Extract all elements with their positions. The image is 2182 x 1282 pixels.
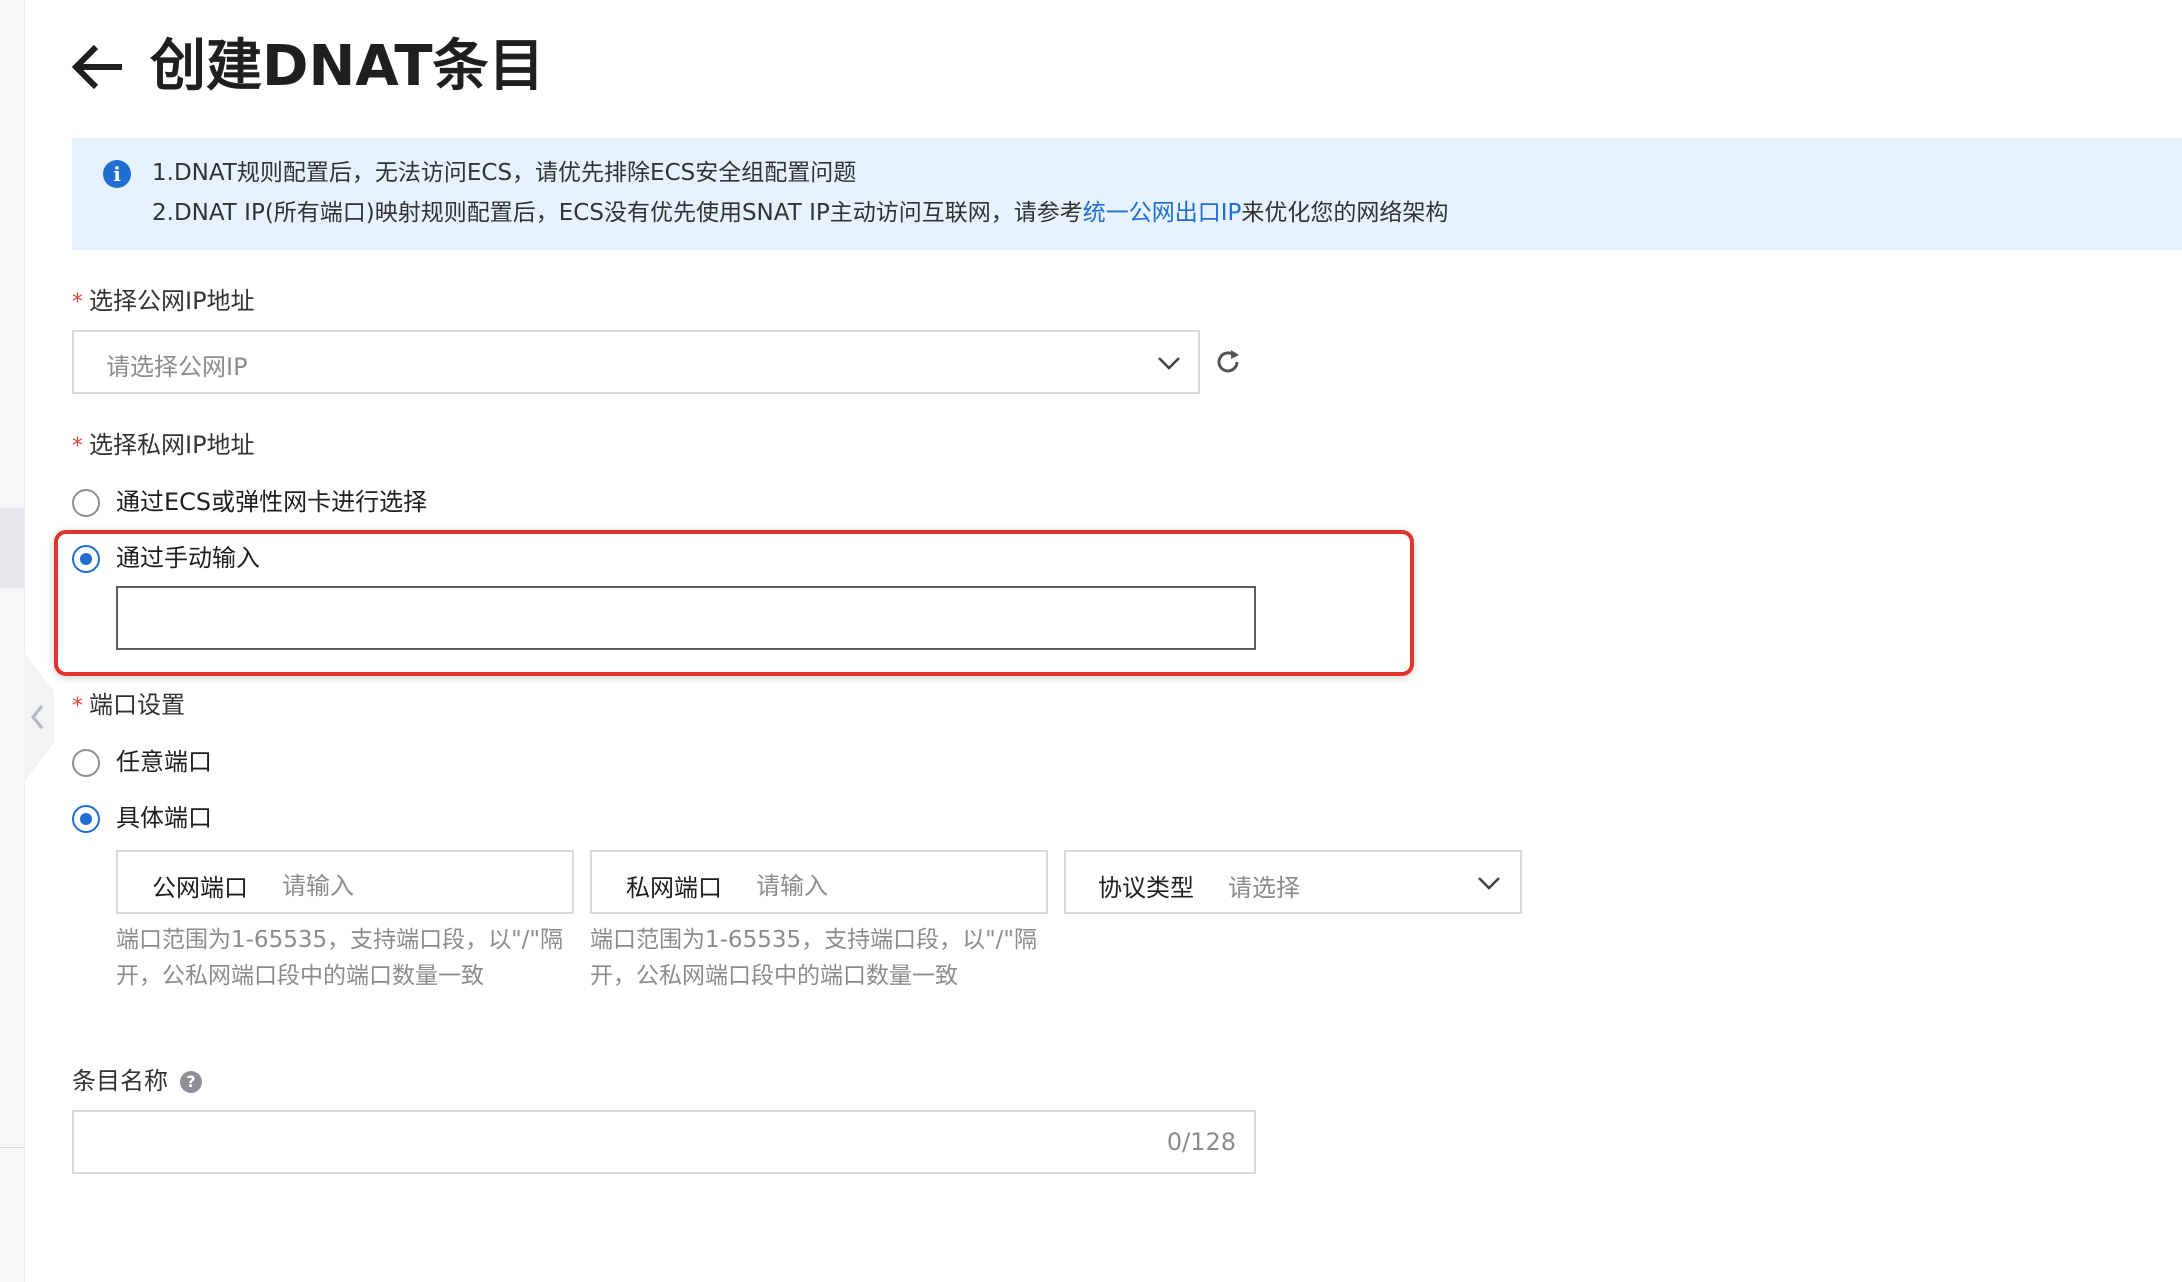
entry-name-input[interactable]: 0/128 bbox=[72, 1110, 1256, 1174]
required-mark: * bbox=[72, 694, 83, 719]
chevron-down-icon bbox=[1478, 877, 1500, 890]
notice-line-2-prefix: 2.DNAT IP(所有端口)映射规则配置后，ECS没有优先使用SNAT IP主… bbox=[152, 200, 1083, 226]
public-ip-label-text: 选择公网IP地址 bbox=[89, 287, 255, 315]
sidebar-active-band bbox=[0, 508, 24, 588]
unified-egress-ip-link[interactable]: 统一公网出口IP bbox=[1083, 200, 1242, 226]
page-title: 创建DNAT条目 bbox=[150, 34, 545, 99]
entry-name-label: 条目名称 bbox=[72, 1067, 168, 1095]
private-port-label: 私网端口 bbox=[626, 874, 722, 902]
chevron-left-icon[interactable] bbox=[28, 700, 48, 734]
protocol-type-label: 协议类型 bbox=[1098, 874, 1194, 902]
public-port-input[interactable]: 公网端口 请输入 bbox=[116, 850, 574, 914]
refresh-icon[interactable] bbox=[1213, 347, 1243, 377]
private-ip-label: * 选择私网IP地址 bbox=[72, 429, 255, 463]
sidebar-divider bbox=[0, 1147, 24, 1148]
chevron-down-icon bbox=[1158, 357, 1180, 370]
port-settings-label: * 端口设置 bbox=[72, 689, 185, 723]
required-mark: * bbox=[72, 290, 83, 315]
radio-ecs-select[interactable] bbox=[72, 489, 100, 517]
port-settings-label-text: 端口设置 bbox=[89, 691, 185, 719]
notice-line-2: 2.DNAT IP(所有端口)映射规则配置后，ECS没有优先使用SNAT IP主… bbox=[152, 197, 1448, 229]
public-ip-select[interactable]: 请选择公网IP bbox=[72, 330, 1200, 394]
private-port-placeholder: 请输入 bbox=[756, 872, 828, 900]
private-port-input[interactable]: 私网端口 请输入 bbox=[590, 850, 1048, 914]
info-icon: i bbox=[103, 160, 131, 188]
protocol-type-placeholder: 请选择 bbox=[1228, 874, 1300, 902]
help-icon[interactable]: ? bbox=[180, 1071, 202, 1093]
notice-banner bbox=[72, 138, 2182, 250]
notice-line-1: 1.DNAT规则配置后，无法访问ECS，请优先排除ECS安全组配置问题 bbox=[152, 160, 857, 186]
public-ip-label: * 选择公网IP地址 bbox=[72, 285, 255, 319]
radio-ecs-select-label[interactable]: 通过ECS或弹性网卡进行选择 bbox=[116, 486, 427, 518]
public-port-label: 公网端口 bbox=[152, 874, 248, 902]
public-port-help: 端口范围为1-65535，支持端口段，以"/"隔开，公私网端口段中的端口数量一致 bbox=[116, 927, 564, 989]
required-mark: * bbox=[72, 434, 83, 459]
radio-any-port[interactable] bbox=[72, 749, 100, 777]
public-port-placeholder: 请输入 bbox=[282, 872, 354, 900]
private-port-help: 端口范围为1-65535，支持端口段，以"/"隔开，公私网端口段中的端口数量一致 bbox=[590, 927, 1038, 989]
radio-specific-port[interactable] bbox=[72, 805, 100, 833]
back-arrow-icon[interactable] bbox=[70, 42, 126, 92]
char-counter: 0/128 bbox=[1166, 1128, 1236, 1156]
radio-specific-port-label[interactable]: 具体端口 bbox=[116, 802, 212, 834]
left-sidebar-edge bbox=[0, 0, 25, 1282]
private-ip-label-text: 选择私网IP地址 bbox=[89, 431, 255, 459]
protocol-type-select[interactable]: 协议类型 请选择 bbox=[1064, 850, 1522, 914]
private-ip-input[interactable] bbox=[116, 586, 1256, 650]
radio-any-port-label[interactable]: 任意端口 bbox=[116, 746, 212, 778]
public-ip-placeholder: 请选择公网IP bbox=[106, 353, 248, 381]
notice-line-2-suffix: 来优化您的网络架构 bbox=[1241, 200, 1449, 226]
